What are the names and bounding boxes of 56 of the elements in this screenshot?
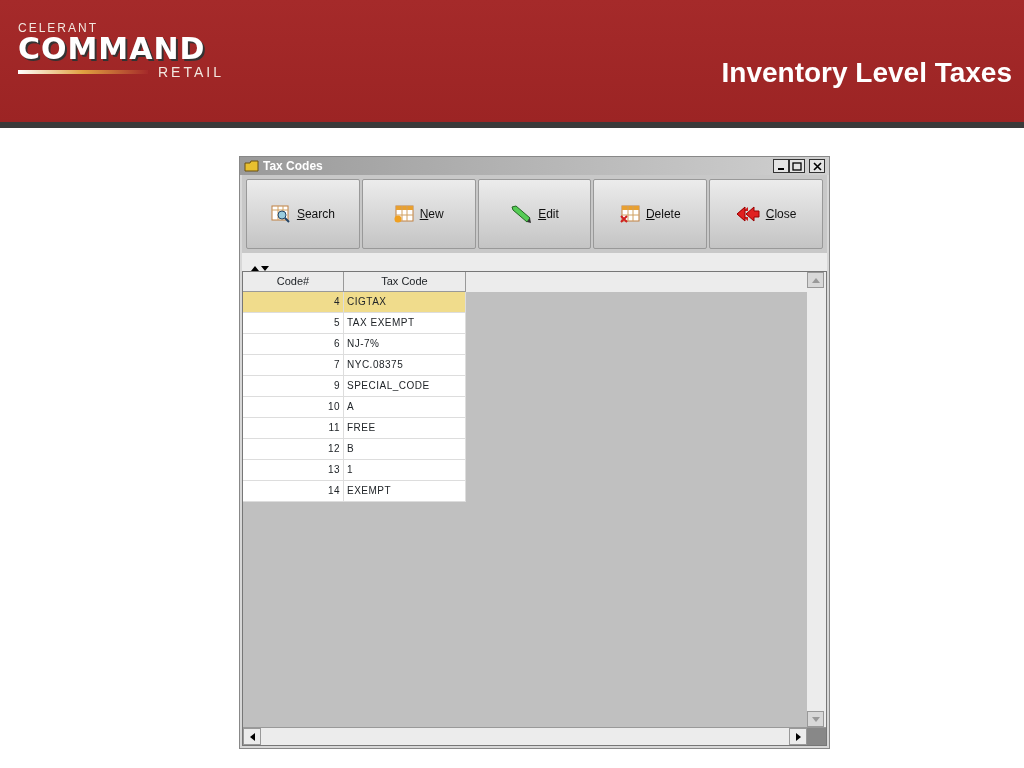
table-cell: 1 [344, 460, 466, 480]
grid-cross-icon [619, 205, 640, 223]
table-cell: NYC.08375 [344, 355, 466, 375]
maximize-button[interactable] [789, 159, 805, 173]
close-icon [812, 161, 822, 171]
search-button[interactable]: Search [246, 179, 360, 249]
scroll-left-icon[interactable] [243, 728, 261, 745]
table-cell: A [344, 397, 466, 417]
table-row[interactable]: 6 NJ-7% [243, 334, 466, 355]
table-cell: 6 [243, 334, 344, 354]
window-title: Tax Codes [263, 158, 323, 175]
horizontal-scrollbar[interactable] [243, 727, 826, 745]
scrollbar-corner [807, 728, 826, 745]
table-cell: 5 [243, 313, 344, 333]
table-cell: 14 [243, 481, 344, 501]
maximize-icon [792, 161, 802, 171]
table-cell: TAX EXEMPT [344, 313, 466, 333]
table-row[interactable]: 7 NYC.08375 [243, 355, 466, 376]
pencil-icon [510, 205, 533, 223]
table-cell: CIGTAX [344, 292, 466, 312]
table-row[interactable]: 5 TAX EXEMPT [243, 313, 466, 334]
grid-magnifier-icon [270, 205, 291, 223]
edit-button[interactable]: Edit [477, 179, 592, 249]
minimize-button[interactable] [773, 159, 789, 173]
table-row[interactable]: 4 CIGTAX [243, 292, 466, 313]
table-cell: SPECIAL_CODE [344, 376, 466, 396]
table-cell: 10 [243, 397, 344, 417]
table-cell: NJ-7% [344, 334, 466, 354]
table-row[interactable]: 12 B [243, 439, 466, 460]
table-cell: 11 [243, 418, 344, 438]
table-cell: FREE [344, 418, 466, 438]
table-row[interactable]: 13 1 [243, 460, 466, 481]
logo-brand-text: CELERANT [18, 22, 99, 34]
grid-star-icon [393, 205, 414, 223]
table-cell: 12 [243, 439, 344, 459]
delete-button[interactable]: Delete [593, 179, 708, 249]
table-cell: B [344, 439, 466, 459]
table-cell: 7 [243, 355, 344, 375]
table-cell: 9 [243, 376, 344, 396]
table-cell: 4 [243, 292, 344, 312]
sort-arrows-icon[interactable] [250, 265, 270, 271]
table-row[interactable]: 11 FREE [243, 418, 466, 439]
table-row[interactable]: 14 EXEMPT [243, 481, 466, 502]
scroll-right-icon[interactable] [789, 728, 807, 745]
logo-product-text: COMMAND [18, 34, 207, 64]
table-row[interactable]: 10 A [243, 397, 466, 418]
close-button[interactable]: Close [709, 179, 823, 249]
logo-edition-text: RETAIL [158, 64, 224, 80]
folder-icon [244, 160, 260, 172]
slide-title: Inventory Level Taxes [721, 56, 1013, 90]
table-cell: EXEMPT [344, 481, 466, 501]
table-cell: 13 [243, 460, 344, 480]
new-button[interactable]: New [361, 179, 476, 249]
double-arrow-left-icon [735, 206, 760, 222]
table-row[interactable]: 9 SPECIAL_CODE [243, 376, 466, 397]
close-button[interactable] [809, 159, 825, 173]
